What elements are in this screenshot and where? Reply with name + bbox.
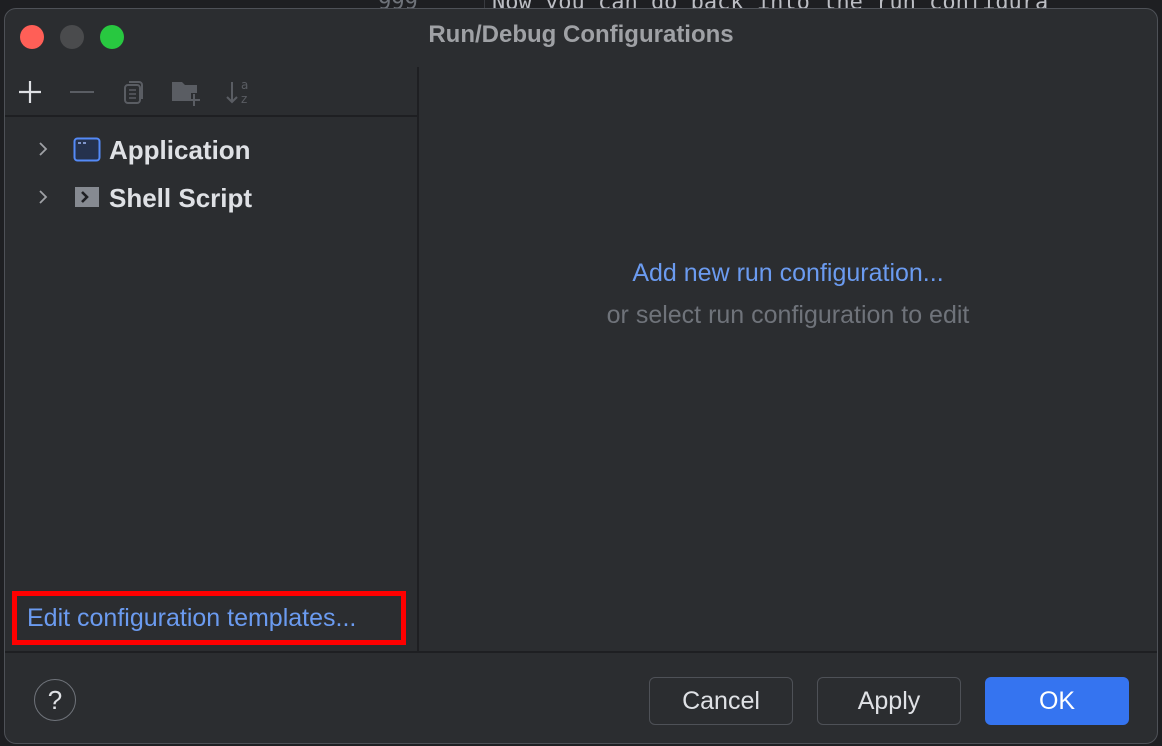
run-debug-dialog: Run/Debug Configurations a z Application… — [4, 8, 1158, 744]
shell-script-icon — [75, 187, 99, 207]
tree-item-label: Application — [109, 135, 251, 165]
sort-alphabetically-button[interactable]: a z — [223, 75, 257, 109]
sort-alpha-icon: a z — [226, 78, 248, 106]
configuration-editor-pane: Add new run configuration... or select r… — [419, 67, 1157, 651]
application-icon — [73, 137, 101, 162]
remove-configuration-button[interactable] — [65, 75, 99, 109]
tree-toolbar: a z — [5, 67, 417, 117]
copy-icon — [124, 81, 143, 104]
tree-item-label: Shell Script — [109, 183, 253, 213]
new-folder-button[interactable] — [169, 75, 203, 109]
tree-item-application[interactable]: Application — [5, 129, 417, 169]
minus-icon — [70, 91, 94, 93]
help-icon: ? — [47, 684, 63, 715]
svg-text:z: z — [241, 92, 247, 106]
tree-item-shell-script[interactable]: Shell Script — [5, 177, 417, 217]
folder-add-icon — [172, 82, 200, 106]
configurations-tree-pane: a z Application Shell Script Edit config… — [5, 67, 417, 651]
help-button[interactable]: ? — [34, 679, 76, 721]
dialog-title: Run/Debug Configurations — [428, 21, 734, 48]
chevron-right-icon[interactable] — [35, 139, 51, 159]
plus-icon — [19, 81, 41, 103]
footer-divider — [5, 651, 1157, 653]
apply-button[interactable]: Apply — [817, 677, 961, 725]
ok-button[interactable]: OK — [985, 677, 1129, 725]
chevron-right-icon[interactable] — [35, 187, 51, 207]
add-configuration-button[interactable] — [13, 75, 47, 109]
edit-configuration-templates-link[interactable]: Edit configuration templates... — [27, 604, 356, 633]
copy-configuration-button[interactable] — [117, 75, 151, 109]
cancel-button[interactable]: Cancel — [649, 677, 793, 725]
svg-text:a: a — [241, 78, 248, 92]
select-configuration-hint: or select run configuration to edit — [606, 301, 970, 329]
edit-templates-highlight: Edit configuration templates... — [12, 591, 406, 645]
add-new-run-configuration-link[interactable]: Add new run configuration... — [419, 259, 1157, 288]
